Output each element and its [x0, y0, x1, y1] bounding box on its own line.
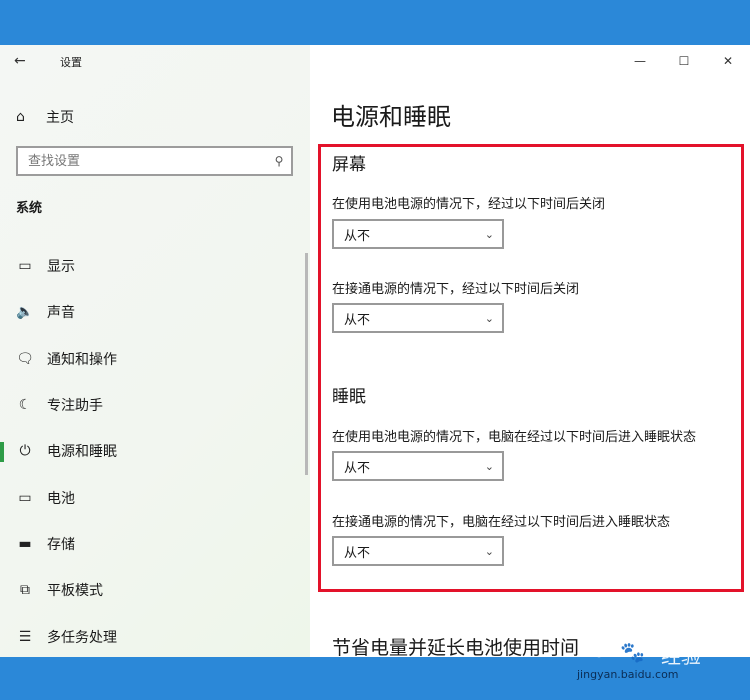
home-nav-item[interactable]: ⌂ 主页 [16, 107, 74, 127]
close-button[interactable]: ✕ [706, 45, 750, 77]
screen-plugged-dropdown[interactable]: 从不 ⌄ [332, 303, 504, 333]
display-icon: ▭ [18, 258, 32, 275]
sidebar-item-label: 电源和睡眠 [47, 444, 117, 461]
sleep-plugged-dropdown[interactable]: 从不 ⌄ [332, 536, 504, 566]
power-icon: ⏻ [19, 443, 31, 460]
section-title: 系统 [16, 201, 43, 216]
search-input[interactable] [18, 148, 267, 174]
home-label: 主页 [46, 110, 74, 126]
sidebar-item-battery[interactable]: ▭ 电池 [0, 474, 310, 520]
notification-icon: 🗨 [16, 350, 34, 367]
watermark-logo: Bai [577, 638, 617, 663]
back-arrow-icon: ← [14, 53, 26, 69]
sidebar-item-label: 显示 [47, 259, 75, 276]
sidebar-item-multitasking[interactable]: ☰ 多任务处理 [0, 613, 310, 657]
sidebar-item-notifications[interactable]: 🗨 通知和操作 [0, 336, 310, 382]
sidebar: ← 设置 ⌂ 主页 ⚲ 系统 ▭ 显示 🔈 声音 🗨 通知和操作 [0, 45, 310, 657]
multitasking-icon: ☰ [18, 628, 32, 645]
minimize-button[interactable]: — [618, 45, 662, 77]
sidebar-item-label: 专注助手 [47, 398, 103, 415]
sidebar-nav: ▭ 显示 🔈 声音 🗨 通知和操作 ☾ 专注助手 ⏻ 电源和睡眠 ▭ 电池 ▬ … [0, 243, 310, 657]
save-power-heading: 节省电量并延长电池使用时间 [332, 637, 580, 657]
moon-icon: ☾ [18, 397, 32, 414]
watermark-brand: 经验 [661, 644, 701, 668]
sidebar-scrollbar[interactable] [305, 253, 308, 475]
sidebar-item-focus-assist[interactable]: ☾ 专注助手 [0, 382, 310, 428]
paw-icon: 🐾 [620, 640, 645, 664]
chevron-down-icon: ⌄ [484, 545, 494, 558]
sidebar-item-storage[interactable]: ▬ 存储 [0, 521, 310, 567]
sleep-battery-label: 在使用电池电源的情况下，电脑在经过以下时间后进入睡眠状态 [332, 430, 697, 445]
screen-heading: 屏幕 [332, 155, 366, 175]
dropdown-value: 从不 [344, 228, 371, 244]
sleep-heading: 睡眠 [332, 387, 366, 407]
sidebar-item-label: 平板模式 [47, 583, 103, 600]
sidebar-item-sound[interactable]: 🔈 声音 [0, 289, 310, 335]
sidebar-item-label: 通知和操作 [47, 351, 117, 368]
sleep-battery-dropdown[interactable]: 从不 ⌄ [332, 451, 504, 481]
sidebar-item-label: 存储 [47, 536, 75, 553]
home-icon: ⌂ [16, 109, 25, 125]
storage-icon: ▬ [18, 535, 32, 552]
speaker-icon: 🔈 [16, 304, 34, 321]
sidebar-item-tablet-mode[interactable]: ⧉ 平板模式 [0, 567, 310, 613]
sidebar-item-power-sleep[interactable]: ⏻ 电源和睡眠 [0, 428, 310, 474]
page-title: 电源和睡眠 [331, 103, 451, 131]
search-box[interactable]: ⚲ [16, 146, 293, 176]
maximize-button[interactable]: ☐ [662, 45, 706, 77]
chevron-down-icon: ⌄ [484, 460, 494, 473]
sidebar-item-label: 电池 [47, 490, 75, 507]
screen-plugged-label: 在接通电源的情况下，经过以下时间后关闭 [332, 282, 580, 297]
app-title: 设置 [60, 56, 82, 69]
baidu-watermark: Bai 🐾 经验 jingyan.baidu.com [577, 638, 737, 684]
dropdown-value: 从不 [344, 545, 371, 561]
sidebar-item-display[interactable]: ▭ 显示 [0, 243, 310, 289]
watermark-url: jingyan.baidu.com [577, 668, 679, 681]
dropdown-value: 从不 [344, 460, 371, 476]
back-button[interactable]: ← [14, 51, 34, 71]
tablet-mode-icon: ⧉ [20, 582, 30, 599]
chevron-down-icon: ⌄ [484, 228, 494, 241]
battery-icon: ▭ [18, 489, 32, 506]
screen-battery-dropdown[interactable]: 从不 ⌄ [332, 219, 504, 249]
chevron-down-icon: ⌄ [484, 312, 494, 325]
search-icon[interactable]: ⚲ [267, 154, 291, 168]
sleep-plugged-label: 在接通电源的情况下，电脑在经过以下时间后进入睡眠状态 [332, 515, 671, 530]
window-controls: — ☐ ✕ [618, 45, 750, 77]
settings-window: ← 设置 ⌂ 主页 ⚲ 系统 ▭ 显示 🔈 声音 🗨 通知和操作 [0, 45, 750, 657]
sidebar-item-label: 多任务处理 [47, 629, 117, 646]
dropdown-value: 从不 [344, 312, 371, 328]
sidebar-item-label: 声音 [47, 305, 75, 322]
screen-battery-label: 在使用电池电源的情况下，经过以下时间后关闭 [332, 197, 606, 212]
